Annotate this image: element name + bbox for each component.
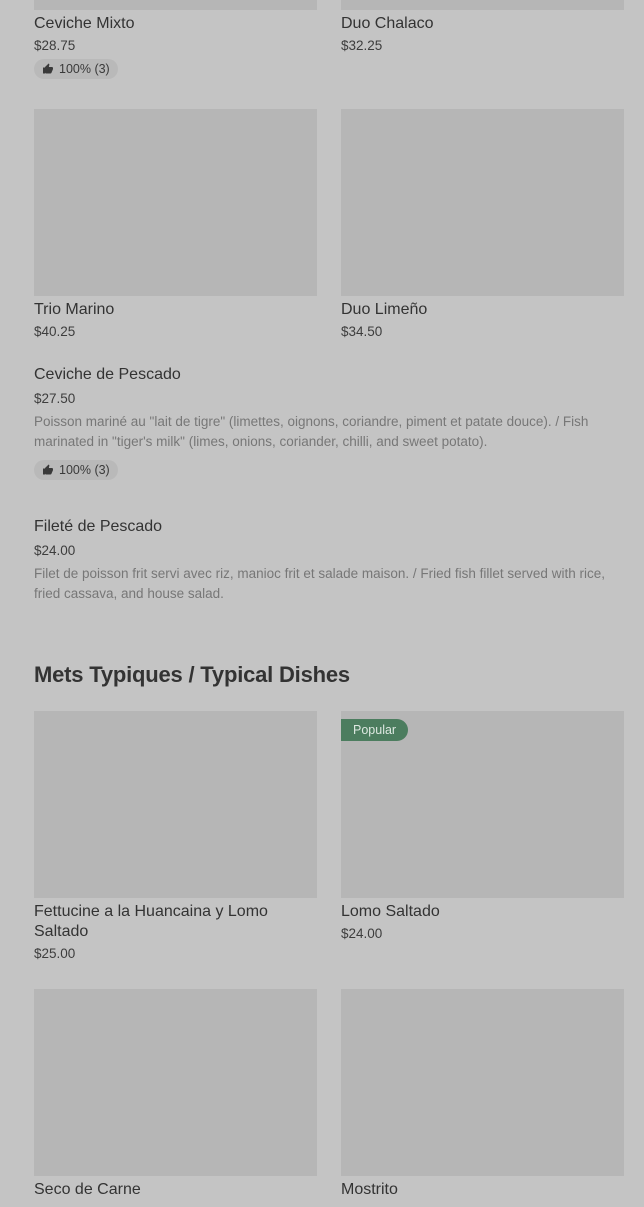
item-name: Trio Marino	[34, 301, 115, 318]
item-name: Duo Limeño	[341, 301, 428, 318]
popular-tag: Popular	[341, 719, 409, 741]
section-title: Mets Typiques / Typical Dishes	[34, 662, 350, 687]
item-name: Mostrito	[341, 1181, 398, 1198]
rating-badge: 100% (3)	[34, 59, 118, 79]
thumbs-up-icon	[43, 63, 53, 74]
menu-item-card[interactable]: Mostrito	[341, 989, 624, 1200]
item-description: Filet de poisson frit servi avec riz, ma…	[34, 566, 605, 601]
item-image	[34, 711, 317, 898]
item-image	[341, 109, 624, 296]
item-name: Ceviche Mixto	[34, 15, 135, 32]
item-price: $25.00	[34, 946, 76, 961]
menu-page: Ceviche Mixto $28.75 100% (3) Duo Chalac…	[0, 0, 644, 1207]
menu-item-card[interactable]: Duo Limeño $34.50	[341, 109, 624, 339]
menu-item-card[interactable]: Ceviche Mixto $28.75 100% (3)	[34, 0, 317, 80]
item-name: Fileté de Pescado	[34, 518, 163, 535]
item-price: $40.25	[34, 324, 76, 339]
item-price: $32.25	[341, 38, 383, 53]
item-price: $24.00	[34, 543, 76, 558]
item-description: Poisson mariné au "lait de tigre" (limet…	[34, 414, 589, 449]
rating-badge: 100% (3)	[34, 460, 118, 480]
thumbs-up-icon	[43, 464, 53, 475]
item-price: $34.50	[341, 324, 383, 339]
menu-item-card[interactable]: Trio Marino $40.25	[34, 109, 317, 339]
item-image: Popular	[341, 711, 624, 898]
item-image	[34, 109, 317, 296]
menu-item-card[interactable]: Seco de Carne	[34, 989, 317, 1200]
menu-list-item[interactable]: Ceviche de Pescado $27.50 Poisson mariné…	[34, 366, 614, 481]
item-image	[341, 989, 624, 1176]
item-name: Fettucine a la Huancaina y Lomo Saltado	[34, 903, 268, 940]
item-image	[34, 989, 317, 1176]
rating-text: 100% (3)	[59, 463, 110, 477]
item-price: $27.50	[34, 391, 76, 406]
menu-item-card[interactable]: Duo Chalaco $32.25	[341, 0, 624, 53]
item-name: Ceviche de Pescado	[34, 366, 181, 383]
menu-list-item[interactable]: Fileté de Pescado $24.00 Filet de poisso…	[34, 518, 614, 604]
item-price: $24.00	[341, 926, 383, 941]
item-name: Seco de Carne	[34, 1181, 141, 1198]
menu-item-card[interactable]: Popular Lomo Saltado $24.00	[341, 711, 624, 941]
rating-text: 100% (3)	[59, 62, 110, 76]
menu-item-card[interactable]: Fettucine a la Huancaina y Lomo Saltado …	[34, 711, 317, 961]
item-name: Lomo Saltado	[341, 903, 440, 920]
item-image	[34, 0, 317, 10]
item-image	[341, 0, 624, 10]
item-price: $28.75	[34, 38, 76, 53]
item-name: Duo Chalaco	[341, 15, 434, 32]
